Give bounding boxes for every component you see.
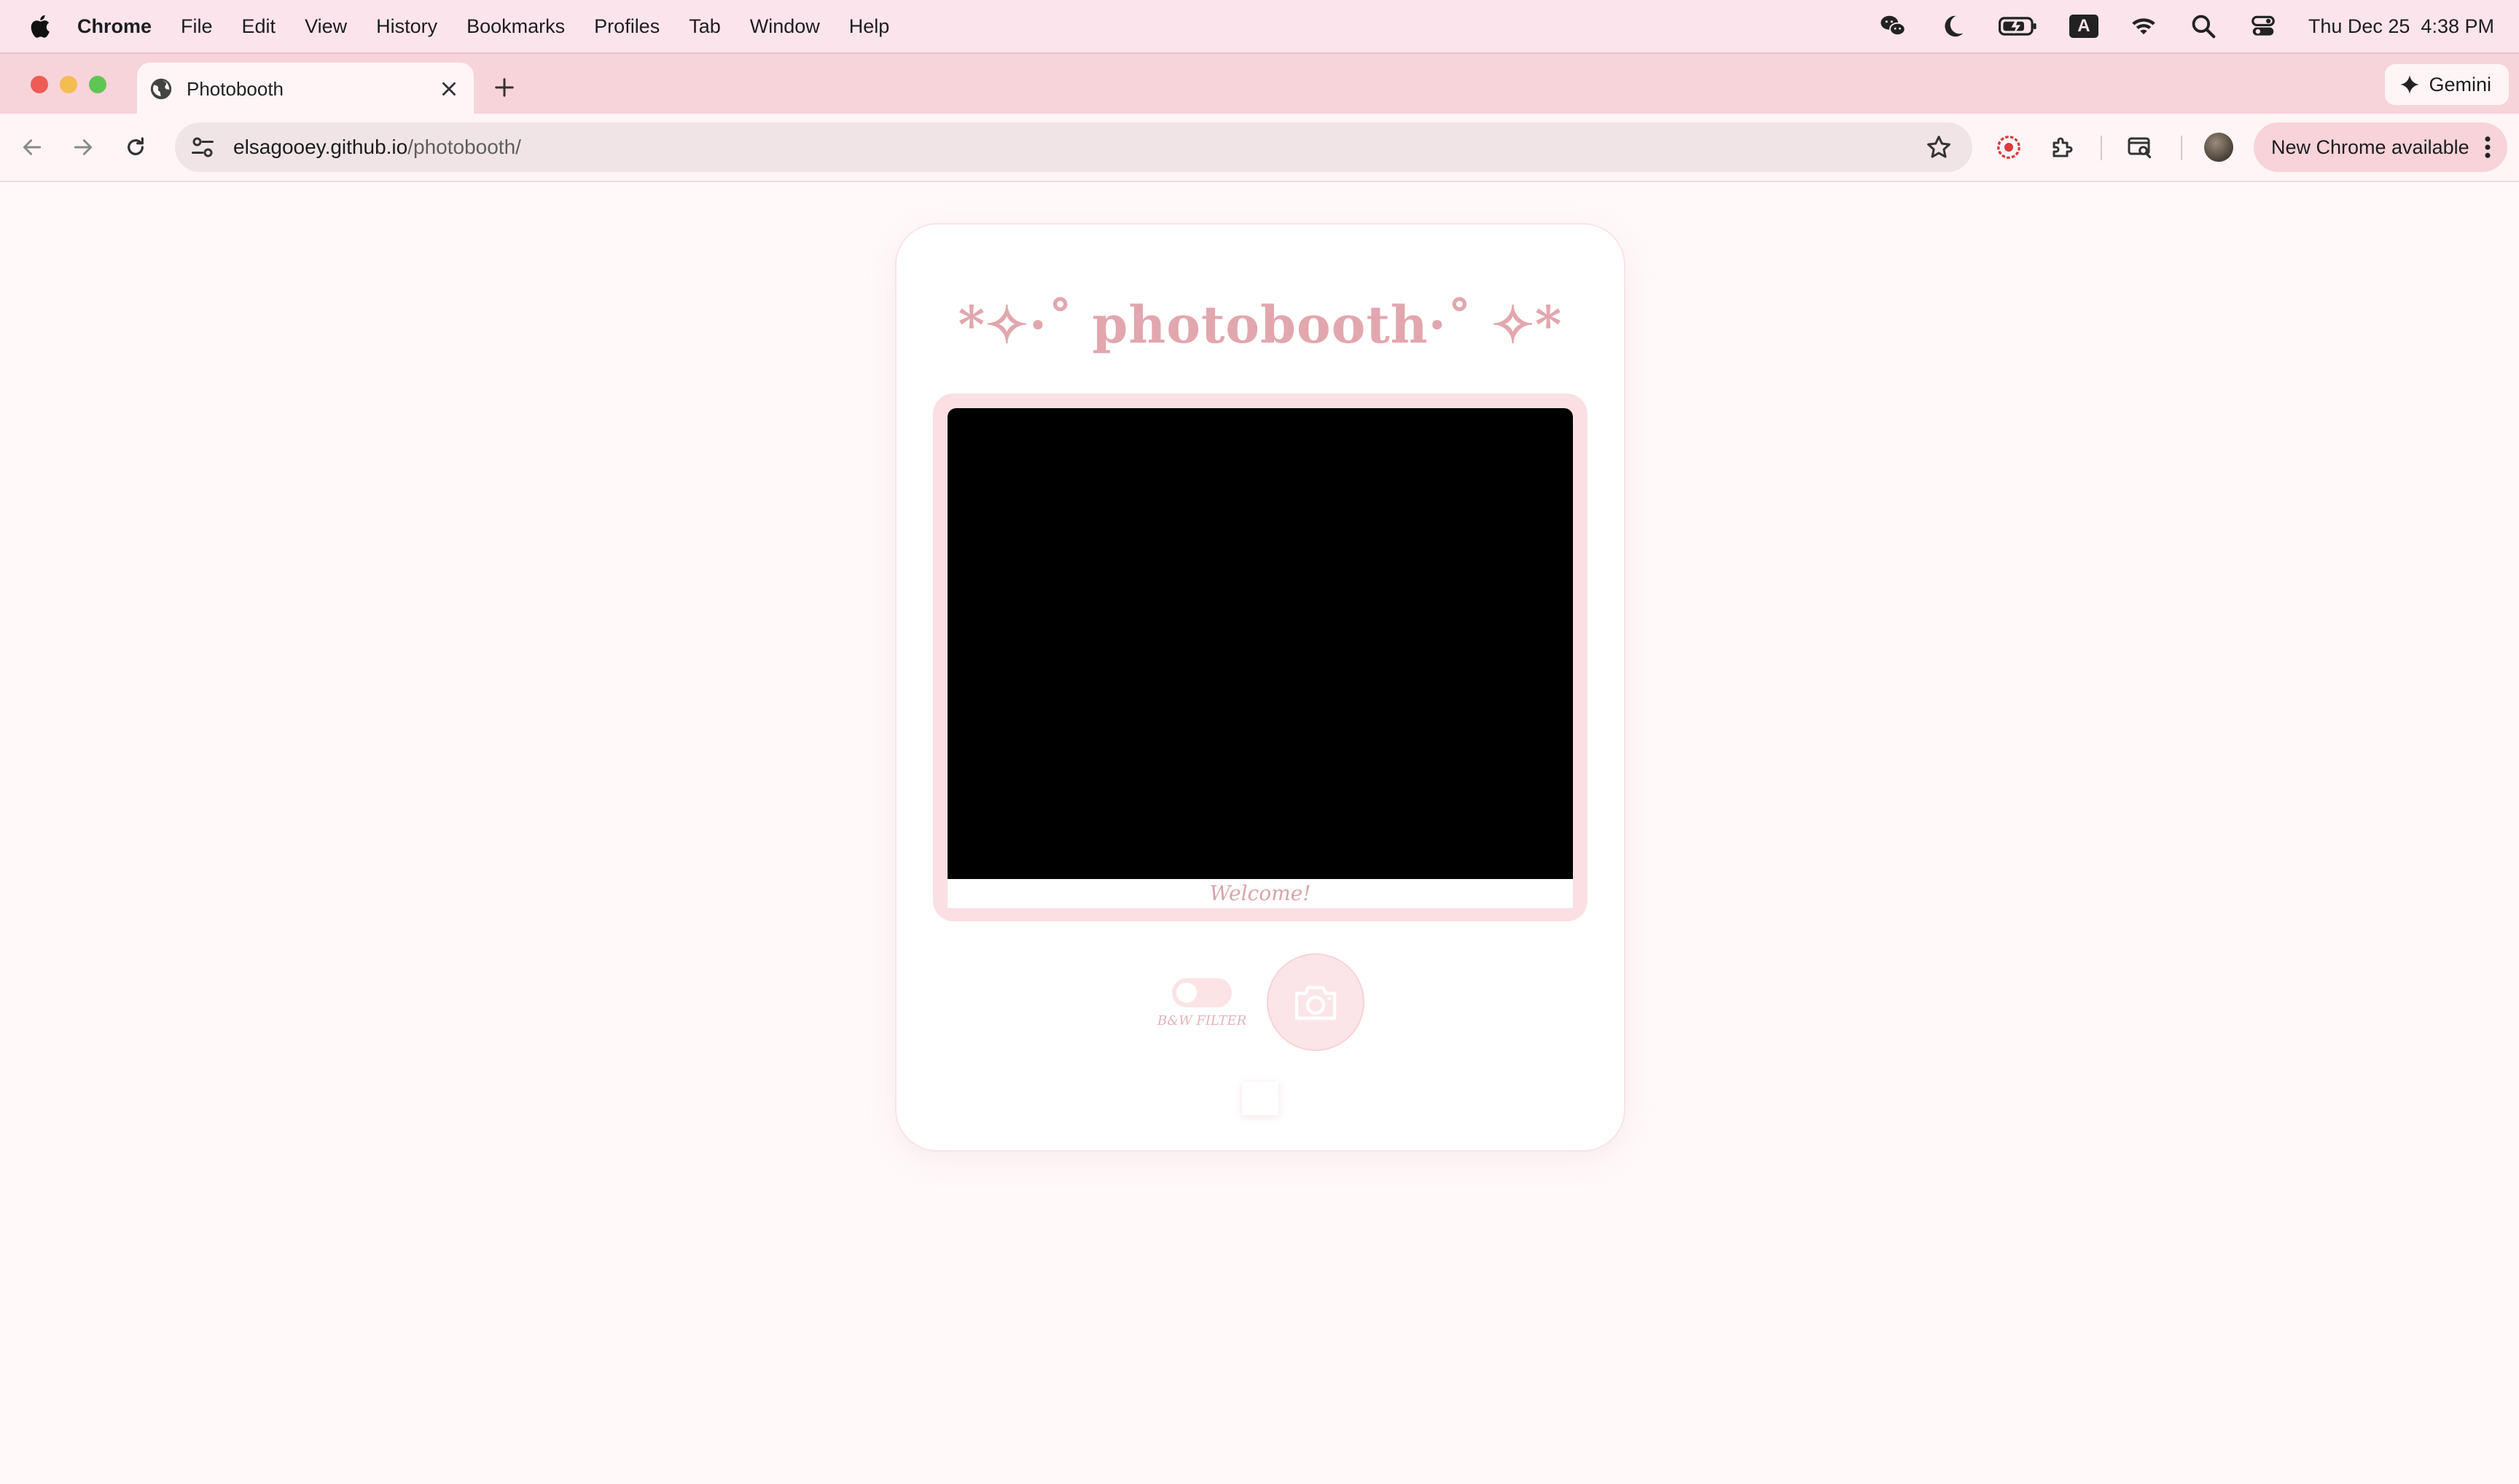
camera-frame: Welcome! (933, 394, 1587, 921)
photobooth-card: *✧·˚ photobooth·˚ ✧* Welcome! B&W FILTER (895, 223, 1625, 1152)
tab-search-icon[interactable] (2124, 131, 2156, 163)
site-settings-icon[interactable] (190, 134, 216, 160)
new-chrome-available-button[interactable]: New Chrome available (2254, 122, 2507, 172)
menu-tab[interactable]: Tab (689, 15, 721, 38)
menu-app-chrome[interactable]: Chrome (77, 15, 152, 38)
back-arrow-icon[interactable] (16, 131, 48, 163)
url-host: elsagooey.github.io (233, 136, 408, 158)
tab-title: Photobooth (187, 77, 284, 100)
focus-moon-icon[interactable] (1938, 12, 1967, 41)
menu-view[interactable]: View (305, 15, 347, 38)
capture-button[interactable] (1267, 953, 1364, 1051)
extension-badge-icon[interactable] (1993, 131, 2025, 163)
camera-controls: B&W FILTER (897, 953, 1624, 1055)
bookmark-star-icon[interactable] (1926, 134, 1952, 160)
bw-filter-toggle[interactable] (1172, 978, 1232, 1007)
battery-icon[interactable] (1998, 12, 2039, 41)
menu-profiles[interactable]: Profiles (594, 15, 660, 38)
menu-history[interactable]: History (376, 15, 437, 38)
tab-photobooth[interactable]: Photobooth (137, 63, 474, 115)
window-zoom-button[interactable] (89, 76, 106, 93)
page-viewport: *✧·˚ photobooth·˚ ✧* Welcome! B&W FILTER (0, 182, 2519, 1484)
camera-preview (948, 408, 1573, 879)
menubar-clock[interactable]: Thu Dec 25 4:38 PM (2308, 15, 2494, 38)
forward-arrow-icon[interactable] (67, 131, 99, 163)
browser-tab-strip: Photobooth Gemini (0, 52, 2519, 115)
url-path: /photobooth/ (407, 136, 521, 158)
address-bar[interactable]: elsagooey.github.io/photobooth/ (175, 122, 1972, 172)
wifi-icon[interactable] (2129, 12, 2158, 41)
gemini-label: Gemini (2429, 73, 2491, 95)
browser-toolbar: elsagooey.github.io/photobooth/ New Chro… (0, 114, 2519, 182)
macos-menu-bar: Chrome File Edit View History Bookmarks … (0, 0, 2519, 52)
extensions-puzzle-icon[interactable] (2047, 131, 2079, 163)
toggle-knob (1176, 983, 1197, 1003)
toolbar-separator (2181, 136, 2182, 160)
spotlight-search-icon[interactable] (2189, 12, 2218, 41)
url-text: elsagooey.github.io/photobooth/ (233, 136, 521, 159)
new-tab-plus-icon[interactable] (490, 73, 519, 102)
photo-strip-slot (1242, 1082, 1278, 1115)
toolbar-separator (2101, 136, 2102, 160)
window-close-button[interactable] (31, 76, 48, 93)
camera-icon (1294, 985, 1337, 1020)
welcome-caption: Welcome! (948, 879, 1573, 908)
page-title: *✧·˚ photobooth·˚ ✧* (958, 294, 1563, 355)
menu-file[interactable]: File (181, 15, 213, 38)
gemini-button[interactable]: Gemini (2385, 64, 2509, 105)
menubar-status-area: A Thu Dec 25 4:38 PM (1878, 0, 2494, 52)
bw-filter-label: B&W FILTER (1157, 1013, 1247, 1028)
input-source-icon[interactable]: A (2069, 12, 2098, 41)
wechat-icon[interactable] (1878, 12, 1907, 41)
profile-avatar[interactable] (2204, 133, 2233, 162)
tab-close-icon[interactable] (436, 76, 462, 102)
update-label: New Chrome available (2271, 136, 2469, 158)
menu-window[interactable]: Window (750, 15, 820, 38)
globe-icon (150, 78, 172, 100)
menu-help[interactable]: Help (849, 15, 890, 38)
window-minimize-button[interactable] (60, 76, 77, 93)
apple-logo-icon[interactable] (28, 13, 51, 39)
more-vertical-icon[interactable] (2484, 136, 2491, 159)
gemini-sparkle-icon (2400, 75, 2420, 94)
input-source-letter: A (2069, 15, 2098, 38)
menu-bookmarks[interactable]: Bookmarks (466, 15, 565, 38)
menu-edit[interactable]: Edit (242, 15, 276, 38)
reload-icon[interactable] (120, 131, 152, 163)
control-center-icon[interactable] (2249, 12, 2278, 41)
